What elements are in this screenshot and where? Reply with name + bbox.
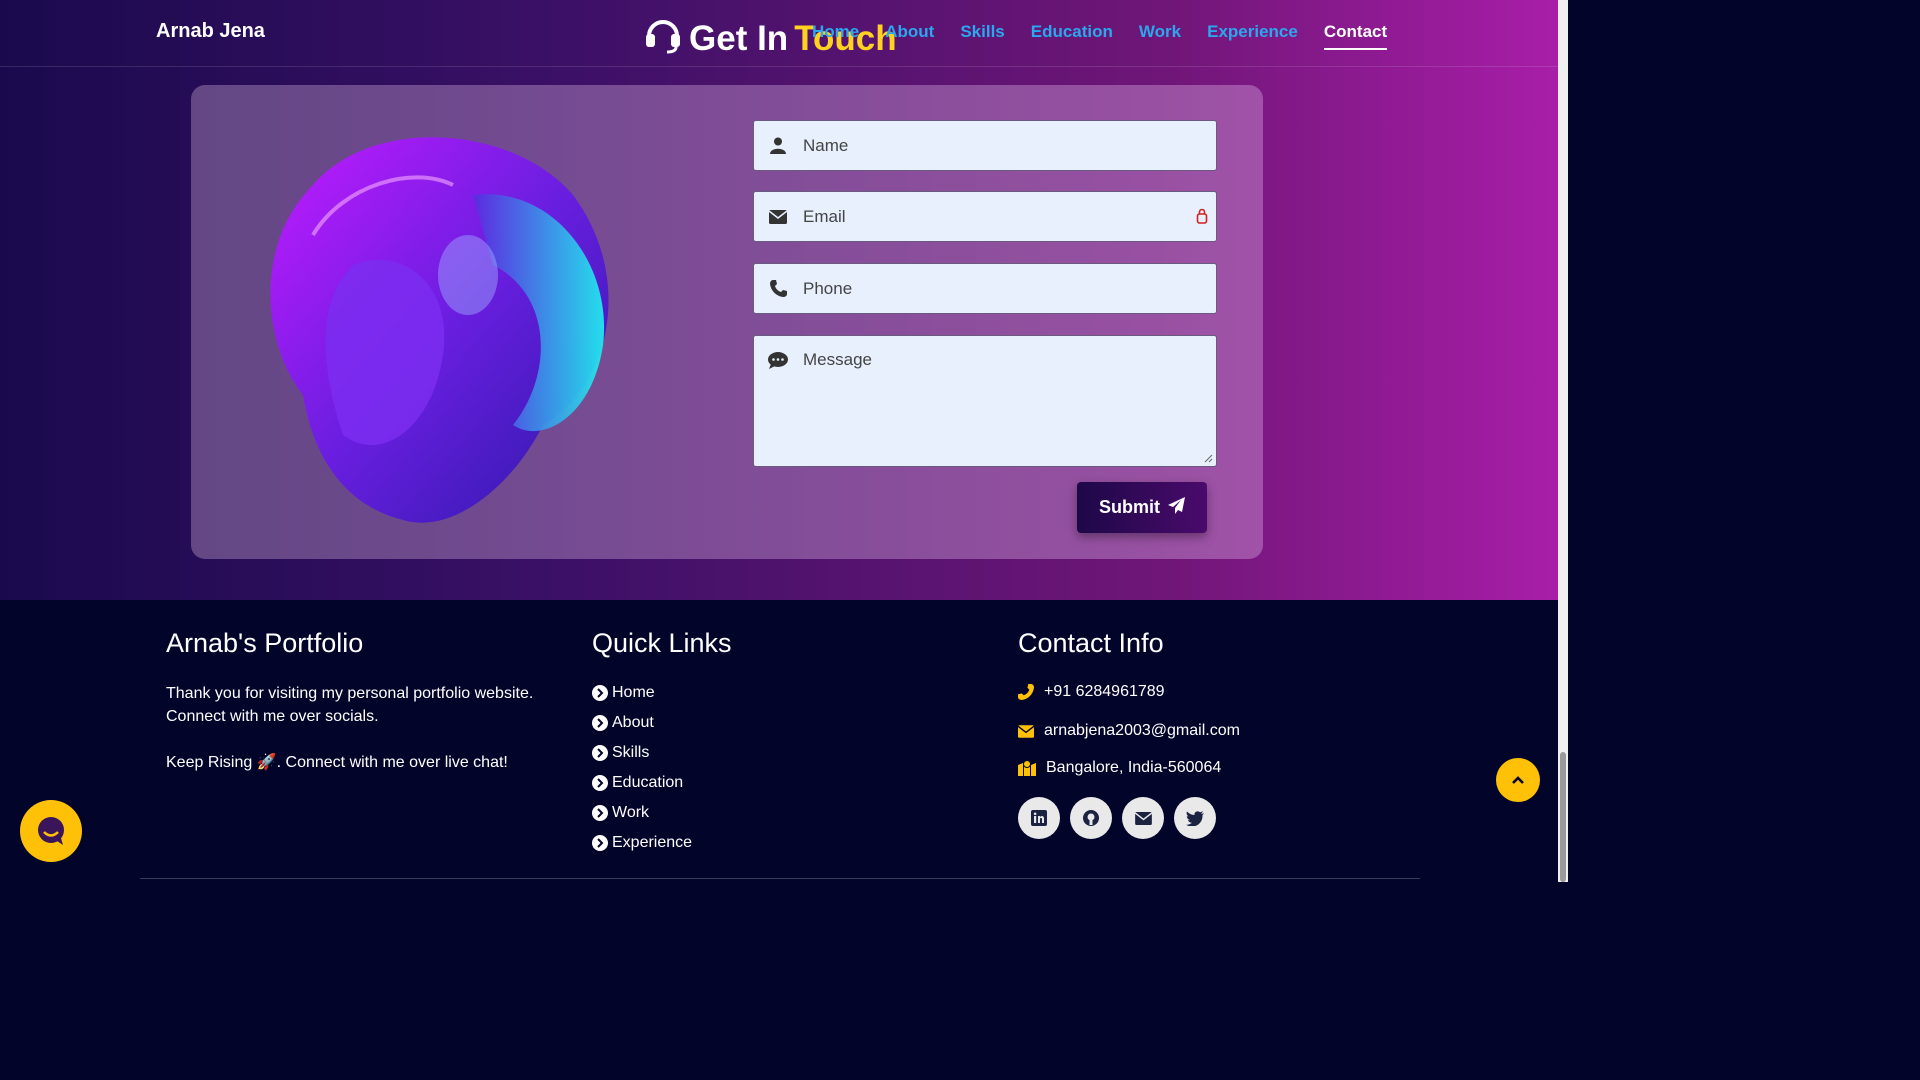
phone-icon [1018,684,1034,700]
quick-link-label: About [612,714,654,731]
scroll-to-top-button[interactable] [1496,758,1540,802]
phone-input[interactable] [803,278,1183,299]
nav-education[interactable]: Education [1031,22,1113,50]
contact-address: Bangalore, India-560064 [1018,759,1221,777]
chevron-circle-icon [592,745,608,761]
footer-about-text: Thank you for visiting my personal portf… [166,685,534,725]
footer-divider [140,878,1420,879]
footer-about-text2: Keep Rising 🚀. Connect with me over live… [166,754,508,771]
nav-skills[interactable]: Skills [960,22,1004,50]
resize-grip-icon[interactable] [1204,454,1213,463]
linkedin-link[interactable] [1018,797,1060,839]
quick-link-home[interactable]: Home [592,678,692,708]
chevron-circle-icon [592,715,608,731]
nav-experience[interactable]: Experience [1207,22,1298,50]
twitter-link[interactable] [1174,797,1216,839]
contact-phone: +91 6284961789 [1018,683,1165,701]
footer-links-title: Quick Links [592,628,732,658]
envelope-icon [1134,811,1152,825]
nav-about[interactable]: About [885,22,934,50]
navbar: Arnab Jena Get In Touch Home About Skill… [0,0,1558,67]
nav-work[interactable]: Work [1139,22,1181,50]
chevron-circle-icon [592,835,608,851]
chevron-up-icon [1512,776,1524,784]
contact-phone-text[interactable]: +91 6284961789 [1044,683,1165,701]
message-input[interactable] [803,350,1183,450]
quick-links: Home About Skills Education Work Experie… [592,678,692,858]
quick-link-about[interactable]: About [592,708,692,738]
phone-field [753,263,1217,314]
scrollbar-thumb[interactable] [1560,752,1566,882]
brand-name[interactable]: Arnab Jena [156,20,265,43]
email-field [753,191,1217,242]
contact-address-text: Bangalore, India-560064 [1046,759,1222,776]
quick-link-skills[interactable]: Skills [592,738,692,768]
email-link[interactable] [1122,797,1164,839]
contact-email: arnabjena2003@gmail.com [1018,722,1240,740]
linkedin-icon [1031,810,1047,826]
live-chat-button[interactable] [20,800,82,862]
footer-contact-title: Contact Info [1018,628,1164,658]
message-field [753,335,1217,467]
nav-home[interactable]: Home [812,22,859,50]
quick-link-label: Skills [612,744,650,761]
footer: Arnab's Portfolio Thank you for visiting… [0,600,1558,882]
nav-contact[interactable]: Contact [1323,22,1388,50]
page-scrollbar[interactable] [1558,0,1568,882]
contact-email-text[interactable]: arnabjena2003@gmail.com [1044,722,1240,740]
envelope-icon [1018,724,1034,738]
quick-link-label: Work [612,804,650,821]
chat-bubble-icon [38,817,64,845]
chat-bubble-icon [768,350,788,370]
quick-link-label: Home [612,684,655,701]
paper-plane-icon [1168,496,1185,519]
chevron-circle-icon [592,685,608,701]
social-links [1018,797,1216,839]
submit-label: Submit [1099,497,1160,517]
headset-icon [643,14,683,63]
user-icon [768,136,788,156]
email-input[interactable] [803,206,1183,227]
quick-link-education[interactable]: Education [592,768,692,798]
twitter-icon [1186,810,1204,826]
abstract-3d-illustration [270,137,609,523]
map-marked-icon [1018,760,1036,776]
github-link[interactable] [1070,797,1112,839]
envelope-icon [768,207,788,227]
heading-text: Get In [689,18,789,58]
quick-link-work[interactable]: Work [592,798,692,828]
chevron-circle-icon [592,775,608,791]
quick-link-label: Education [612,774,684,791]
submit-button[interactable]: Submit [1077,482,1207,533]
nav-links: Home About Skills Education Work Experie… [812,22,1388,50]
github-icon [1083,810,1099,826]
name-field [753,120,1217,171]
phone-icon [768,279,788,299]
chevron-circle-icon [592,805,608,821]
quick-link-label: Experience [612,834,693,851]
contact-section: Arnab Jena Get In Touch Home About Skill… [0,0,1558,600]
contact-card: Submit [191,85,1263,559]
quick-link-experience[interactable]: Experience [592,828,692,858]
footer-about-title: Arnab's Portfolio [166,628,364,658]
name-input[interactable] [803,135,1183,156]
password-manager-icon[interactable] [1196,208,1208,228]
